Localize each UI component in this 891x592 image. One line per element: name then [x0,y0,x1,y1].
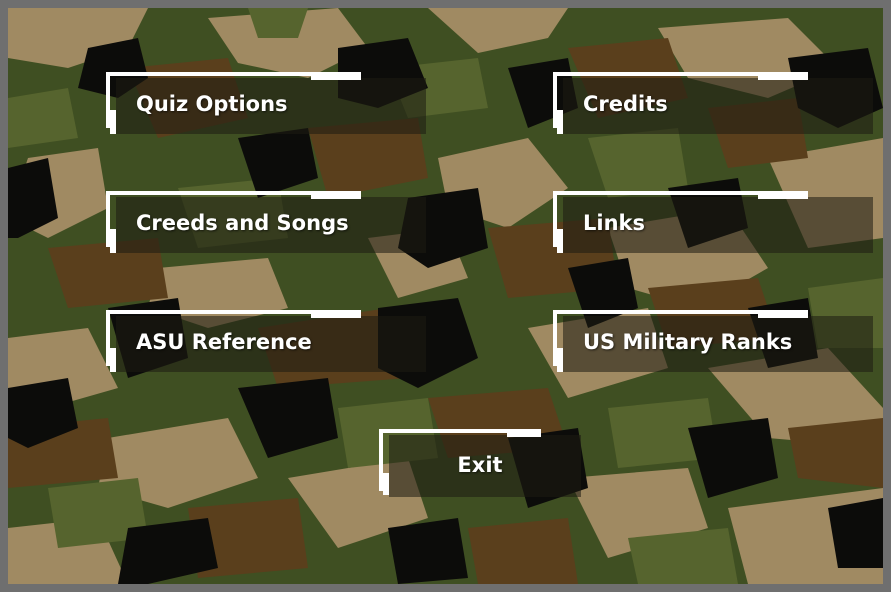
button-label: Credits [583,92,668,116]
bracket-decoration [311,310,361,318]
exit-button[interactable]: Exit [379,429,581,497]
quiz-options-button[interactable]: Quiz Options [106,72,426,134]
button-label: ASU Reference [136,330,312,354]
window-frame: Quiz Options Credits Creeds and Songs Li… [0,0,891,592]
credits-button[interactable]: Credits [553,72,873,134]
creeds-and-songs-button[interactable]: Creeds and Songs [106,191,426,253]
bracket-decoration [110,229,116,253]
button-label: Exit [457,453,503,477]
bracket-decoration [758,72,808,80]
us-military-ranks-button[interactable]: US Military Ranks [553,310,873,372]
bracket-decoration [557,229,563,253]
bracket-decoration [507,429,541,437]
bracket-decoration [758,310,808,318]
camouflage-background: Quiz Options Credits Creeds and Songs Li… [8,8,883,584]
bracket-decoration [110,110,116,134]
button-label: US Military Ranks [583,330,793,354]
button-label: Quiz Options [136,92,288,116]
bracket-decoration [311,191,361,199]
bracket-decoration [557,348,563,372]
bracket-decoration [758,191,808,199]
links-button[interactable]: Links [553,191,873,253]
bracket-decoration [557,110,563,134]
button-label: Creeds and Songs [136,211,349,235]
bracket-decoration [311,72,361,80]
bracket-decoration [110,348,116,372]
asu-reference-button[interactable]: ASU Reference [106,310,426,372]
button-label: Links [583,211,645,235]
